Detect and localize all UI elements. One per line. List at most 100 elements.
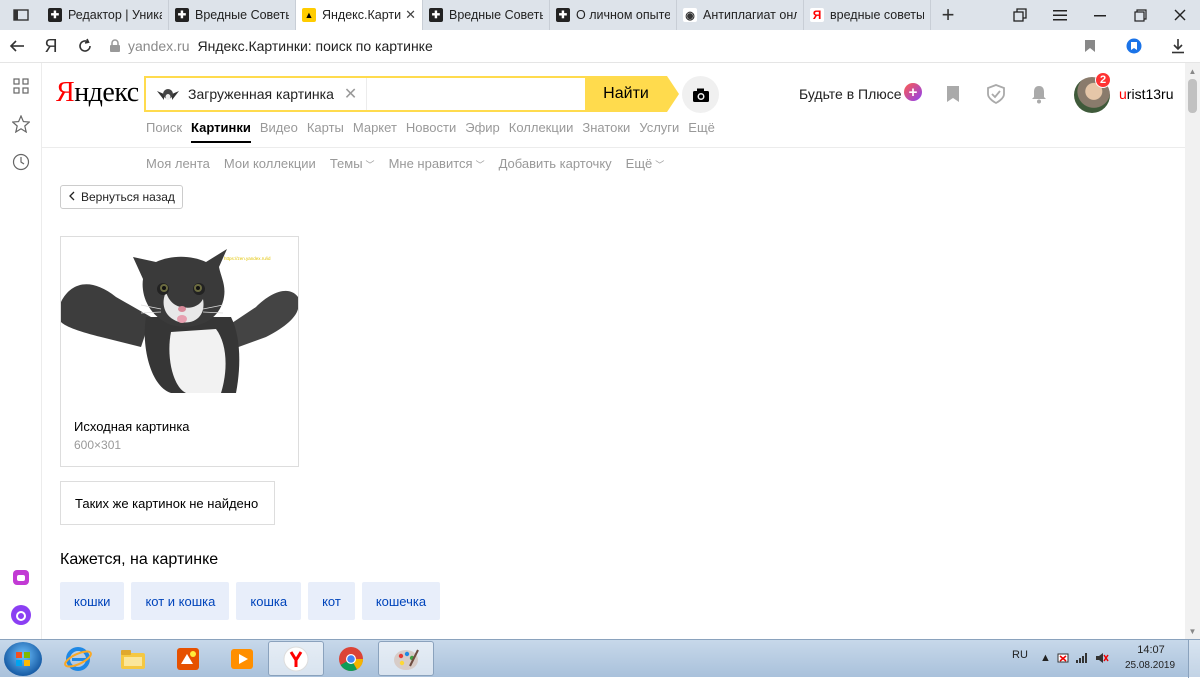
volume-muted-icon[interactable]: [1095, 652, 1109, 667]
tray-expand-arrow-icon[interactable]: ▲: [1040, 652, 1051, 667]
service-link-2[interactable]: Видео: [260, 120, 298, 143]
tab-2[interactable]: ▲ Яндекс.Картин ✕: [296, 0, 423, 30]
bookmark-icon[interactable]: [1068, 39, 1112, 53]
service-link-9[interactable]: Услуги: [639, 120, 679, 143]
tab-3[interactable]: ✚ Вредные Советы: [423, 0, 550, 30]
new-tab-button[interactable]: +: [931, 0, 965, 30]
show-desktop-button[interactable]: [1188, 640, 1200, 678]
camera-search-icon[interactable]: [682, 76, 719, 113]
service-link-8[interactable]: Знатоки: [582, 120, 630, 143]
clock-time[interactable]: 14:07: [1128, 644, 1174, 656]
service-link-10[interactable]: Ещё: [688, 120, 715, 143]
subnav-item-4[interactable]: Добавить карточку: [499, 156, 612, 171]
service-link-0[interactable]: Поиск: [146, 120, 182, 143]
alice-app-icon[interactable]: [10, 566, 32, 588]
network-status-icon[interactable]: [1057, 652, 1069, 667]
remove-image-icon[interactable]: ✕: [344, 84, 357, 104]
tags-title: Кажется, на картинке: [60, 551, 219, 568]
yandex-logo[interactable]: Яндекс: [56, 77, 139, 109]
scroll-up-arrow-icon[interactable]: ▲: [1185, 65, 1200, 77]
no-similar-images-message: Таких же картинок не найдено: [60, 481, 275, 525]
paint-app-icon[interactable]: [160, 641, 216, 676]
tab-panel-toggle-icon[interactable]: [0, 0, 42, 30]
collections-bookmark-icon[interactable]: [942, 83, 964, 105]
uploaded-image-chip[interactable]: Загруженная картинка ✕: [146, 78, 367, 110]
url-domain[interactable]: yandex.ru: [128, 38, 189, 54]
close-tab-icon[interactable]: ✕: [405, 7, 416, 23]
tab-4[interactable]: ✚ О личном опыте: [550, 0, 677, 30]
service-link-6[interactable]: Эфир: [465, 120, 500, 143]
tabs-menu-icon[interactable]: [1000, 0, 1040, 30]
close-window-icon[interactable]: [1160, 0, 1200, 30]
subnav-label: Мои коллекции: [223, 156, 316, 171]
image-watermark: https://zen.yandex.ru/id: [224, 256, 271, 261]
tab-label: О личном опыте: [576, 8, 670, 22]
star-icon[interactable]: [10, 113, 32, 135]
notifications-bell-icon[interactable]: [1028, 83, 1050, 105]
clock-date[interactable]: 25.08.2019: [1121, 660, 1179, 671]
subnav-item-5[interactable]: Ещё ﹀: [626, 156, 665, 171]
search-button-arrow: [667, 76, 679, 112]
tag-chip[interactable]: кот и кошка: [131, 582, 230, 620]
signal-strength-icon[interactable]: [1075, 652, 1089, 667]
reload-icon[interactable]: [68, 31, 102, 61]
eye-icon: ◉: [683, 8, 697, 22]
browser-menu-icon[interactable]: [1040, 0, 1080, 30]
tab-5[interactable]: ◉ Антиплагиат онла: [677, 0, 804, 30]
tag-chip[interactable]: кот: [308, 582, 355, 620]
yandex-images-page: Яндекс Загруженная картинка ✕ Найти Будь…: [42, 63, 1185, 639]
browser-sidebar: [0, 63, 42, 639]
scroll-thumb[interactable]: [1188, 79, 1197, 113]
alice-voice-assistant-icon[interactable]: [10, 604, 32, 626]
go-back-label: Вернуться назад: [81, 190, 175, 204]
file-explorer-icon[interactable]: [105, 641, 161, 676]
internet-explorer-icon[interactable]: [50, 641, 106, 676]
history-clock-icon[interactable]: [10, 151, 32, 173]
yandex-home-button[interactable]: Я: [34, 31, 68, 61]
downloads-icon[interactable]: [1156, 38, 1200, 54]
yandex-browser-taskbar-icon[interactable]: [268, 641, 324, 676]
security-shield-icon[interactable]: [985, 83, 1007, 105]
source-image-card[interactable]: https://zen.yandex.ru/id Исходная картин…: [60, 236, 299, 467]
lock-icon[interactable]: [108, 39, 122, 53]
tag-chip[interactable]: кошки: [60, 582, 125, 620]
restore-icon[interactable]: [1120, 0, 1160, 30]
subnav-label: Темы: [329, 156, 363, 171]
browser-tab-strip: ✚ Редактор | Уникал ✚ Вредные Советы ▲ Яндекс…: [0, 0, 1200, 30]
tab-1[interactable]: ✚ Вредные Советы: [169, 0, 296, 30]
service-link-4[interactable]: Маркет: [353, 120, 397, 143]
subnav-item-3[interactable]: Мне нравится ﹀: [389, 156, 485, 171]
media-player-icon[interactable]: [214, 641, 270, 676]
apps-grid-icon[interactable]: [10, 75, 32, 97]
yandex-plus-icon[interactable]: +: [904, 83, 922, 101]
chrome-icon[interactable]: [323, 641, 379, 676]
tab-label: Вредные Советы: [195, 8, 289, 22]
subnav-item-0[interactable]: Моя лента: [146, 156, 210, 171]
tag-chip[interactable]: кошка: [236, 582, 302, 620]
plus-promo-link[interactable]: Будьте в Плюсе: [799, 86, 902, 102]
minimize-icon[interactable]: [1080, 0, 1120, 30]
url-page-title[interactable]: Яндекс.Картинки: поиск по картинке: [197, 38, 432, 54]
keyboard-language[interactable]: RU: [1012, 649, 1028, 661]
window-controls: [1000, 0, 1200, 30]
scroll-down-arrow-icon[interactable]: ▼: [1185, 625, 1200, 637]
search-button[interactable]: Найти: [585, 76, 667, 112]
tab-0[interactable]: ✚ Редактор | Уникал: [42, 0, 169, 30]
username[interactable]: urist13ru: [1119, 86, 1173, 102]
protect-icon[interactable]: [1112, 38, 1156, 54]
service-link-7[interactable]: Коллекции: [509, 120, 574, 143]
address-bar: Я yandex.ru Яндекс.Картинки: поиск по ка…: [0, 30, 1200, 63]
subnav-item-2[interactable]: Темы ﹀: [330, 156, 375, 171]
tab-6[interactable]: Явредные советы с: [804, 0, 931, 30]
paint-palette-icon[interactable]: [378, 641, 434, 676]
back-arrow-icon[interactable]: [0, 31, 34, 61]
go-back-button[interactable]: Вернуться назад: [60, 185, 183, 209]
page-scrollbar[interactable]: ▲ ▼: [1185, 63, 1200, 639]
service-link-1[interactable]: Картинки: [191, 120, 251, 143]
subnav-item-1[interactable]: Мои коллекции: [224, 156, 316, 171]
service-link-5[interactable]: Новости: [406, 120, 456, 143]
service-link-3[interactable]: Карты: [307, 120, 344, 143]
tag-chip[interactable]: кошечка: [361, 582, 441, 620]
start-button-icon[interactable]: [4, 642, 42, 676]
tab-label: Антиплагиат онла: [703, 8, 797, 22]
